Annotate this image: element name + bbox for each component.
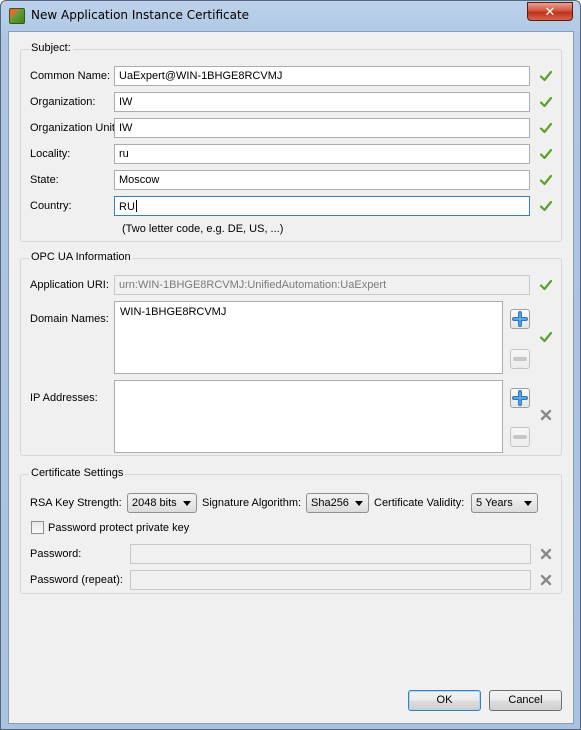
opcua-information-group: OPC UA Information Application URI: urn:…	[20, 251, 562, 456]
remove-ip-address-button[interactable]	[510, 427, 530, 447]
common-name-field[interactable]: UaExpert@WIN-1BHGE8RCVMJ	[114, 66, 530, 86]
dialog-client-area: Subject: Common Name: UaExpert@WIN-1BHGE…	[8, 31, 574, 724]
check-icon	[539, 331, 553, 343]
signature-algorithm-label: Signature Algorithm:	[202, 497, 302, 509]
ip-addresses-list[interactable]	[114, 380, 503, 453]
state-label: State:	[30, 174, 59, 186]
chevron-down-icon	[355, 501, 363, 506]
rsa-key-strength-label: RSA Key Strength:	[30, 497, 122, 509]
add-ip-address-button[interactable]	[510, 388, 530, 408]
plus-icon	[512, 311, 528, 327]
minus-icon	[513, 357, 527, 361]
check-icon	[539, 122, 553, 134]
country-field[interactable]: RU	[114, 196, 530, 216]
organization-field[interactable]: IW	[114, 92, 530, 112]
domain-names-list[interactable]: WIN-1BHGE8RCVMJ	[114, 301, 503, 374]
check-icon	[539, 279, 553, 291]
application-uri-label: Application URI:	[30, 279, 109, 291]
password-protect-label: Password protect private key	[48, 522, 190, 534]
certificate-validity-value: 5 Years	[476, 497, 513, 509]
password-repeat-label: Password (repeat):	[30, 574, 123, 586]
dialog-window: New Application Instance Certificate ✕ S…	[0, 0, 581, 730]
app-icon	[9, 8, 25, 24]
locality-field[interactable]: ru	[114, 144, 530, 164]
cert-group-title: Certificate Settings	[29, 467, 126, 479]
minus-icon	[513, 435, 527, 439]
password-label: Password:	[30, 548, 82, 560]
add-domain-name-button[interactable]	[510, 309, 530, 329]
country-label: Country:	[30, 200, 72, 212]
application-uri-field: urn:WIN-1BHGE8RCVMJ:UnifiedAutomation:Ua…	[114, 275, 530, 295]
certificate-validity-select[interactable]: 5 Years	[471, 493, 538, 513]
text-caret	[135, 200, 137, 212]
check-icon	[539, 174, 553, 186]
remove-domain-name-button[interactable]	[510, 349, 530, 369]
domain-names-label: Domain Names:	[30, 313, 109, 325]
signature-algorithm-value: Sha256	[311, 497, 349, 509]
check-icon	[539, 200, 553, 212]
x-icon	[540, 574, 552, 586]
certificate-validity-label: Certificate Validity:	[374, 497, 465, 509]
subject-group-title: Subject:	[29, 42, 73, 54]
chevron-down-icon	[524, 501, 532, 506]
state-field[interactable]: Moscow	[114, 170, 530, 190]
organization-label: Organization:	[30, 96, 96, 108]
check-icon	[539, 70, 553, 82]
common-name-label: Common Name:	[30, 70, 111, 82]
cancel-button[interactable]: Cancel	[489, 690, 562, 711]
x-icon	[540, 409, 552, 421]
ip-addresses-label: IP Addresses:	[30, 392, 98, 404]
signature-algorithm-select[interactable]: Sha256	[306, 493, 369, 513]
ok-button[interactable]: OK	[408, 690, 481, 711]
country-hint: (Two letter code, e.g. DE, US, ...)	[122, 223, 284, 235]
locality-label: Locality:	[30, 148, 71, 160]
country-value: RU	[119, 201, 135, 213]
subject-group: Subject: Common Name: UaExpert@WIN-1BHGE…	[20, 42, 562, 242]
rsa-key-strength-select[interactable]: 2048 bits	[127, 493, 197, 513]
opcua-group-title: OPC UA Information	[29, 251, 133, 263]
close-button[interactable]: ✕	[527, 2, 573, 21]
chevron-down-icon	[183, 501, 191, 506]
title-bar[interactable]: New Application Instance Certificate ✕	[1, 1, 580, 31]
organization-unit-label: Organization Unit:	[30, 122, 119, 134]
x-icon	[540, 548, 552, 560]
check-icon	[539, 148, 553, 160]
check-icon	[539, 96, 553, 108]
password-repeat-field	[130, 570, 531, 590]
window-title: New Application Instance Certificate	[31, 8, 250, 22]
plus-icon	[512, 390, 528, 406]
password-field	[130, 544, 531, 564]
rsa-key-strength-value: 2048 bits	[132, 497, 177, 509]
certificate-settings-group: Certificate Settings RSA Key Strength: 2…	[20, 467, 562, 594]
password-protect-checkbox[interactable]	[31, 521, 44, 534]
organization-unit-field[interactable]: IW	[114, 118, 530, 138]
